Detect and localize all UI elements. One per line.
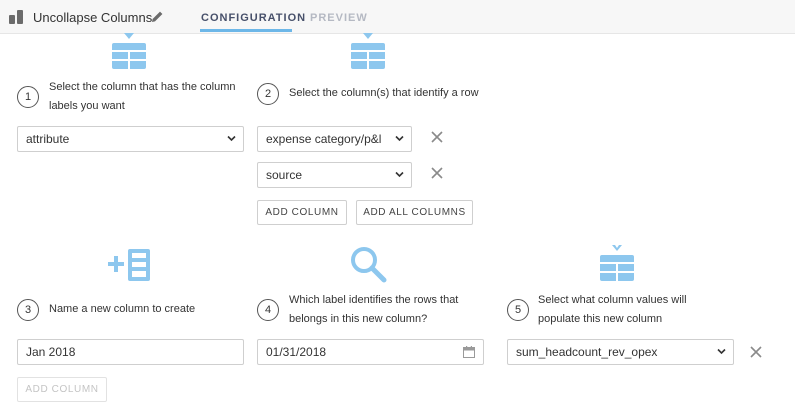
chevron-down-icon bbox=[395, 135, 404, 142]
row-identifier-select-1[interactable]: expense category/p&l bbox=[257, 126, 412, 152]
row-identifier-select-2-value: source bbox=[266, 168, 303, 182]
step-5-label: Select what column values will populate … bbox=[538, 291, 687, 329]
top-bar: Uncollapse Columns CONFIGURATION PREVIEW bbox=[0, 0, 795, 34]
remove-value-column-icon[interactable] bbox=[749, 345, 763, 359]
step-3-number: 3 bbox=[17, 299, 39, 321]
step-1-label-line2: labels you want bbox=[49, 100, 125, 112]
remove-row-2-icon[interactable] bbox=[430, 166, 444, 180]
chevron-down-icon bbox=[395, 171, 404, 178]
step-1-number: 1 bbox=[17, 86, 39, 108]
add-all-columns-button[interactable]: ADD ALL COLUMNS bbox=[356, 200, 473, 225]
table-arrow-down-icon bbox=[600, 245, 634, 281]
chevron-down-icon bbox=[717, 348, 726, 355]
tab-configuration[interactable]: CONFIGURATION bbox=[201, 12, 306, 24]
row-label-date-value: 01/31/2018 bbox=[266, 345, 327, 359]
page-title: Uncollapse Columns bbox=[33, 10, 153, 25]
step-3-label: Name a new column to create bbox=[49, 303, 196, 315]
step-5-label-line1: Select what column values will bbox=[538, 294, 687, 306]
table-arrow-down-icon bbox=[351, 33, 385, 69]
uncollapse-app-icon bbox=[9, 10, 23, 24]
step-2-label: Select the column(s) that identify a row bbox=[289, 87, 479, 99]
row-label-date-input[interactable]: 01/31/2018 bbox=[257, 339, 484, 365]
column-values-select[interactable]: sum_headcount_rev_opex bbox=[507, 339, 734, 365]
step-4-number: 4 bbox=[257, 299, 279, 321]
label-column-select-value: attribute bbox=[26, 132, 70, 146]
step-4-label-line1: Which label identifies the rows that bbox=[289, 294, 459, 306]
add-column-icon bbox=[108, 249, 150, 281]
add-new-column-button[interactable]: ADD COLUMN bbox=[17, 377, 107, 402]
search-icon bbox=[351, 247, 387, 283]
active-tab-indicator bbox=[200, 29, 292, 32]
step-5-number: 5 bbox=[507, 299, 529, 321]
label-column-select[interactable]: attribute bbox=[17, 126, 244, 152]
row-identifier-select-2[interactable]: source bbox=[257, 162, 412, 188]
remove-row-1-icon[interactable] bbox=[430, 130, 444, 144]
step-4-label: Which label identifies the rows that bel… bbox=[289, 291, 458, 329]
new-column-name-input[interactable]: Jan 2018 bbox=[17, 339, 244, 365]
chevron-down-icon bbox=[227, 135, 236, 142]
step-5-label-line2: populate this new column bbox=[538, 313, 663, 325]
step-2-number: 2 bbox=[257, 83, 279, 105]
tab-preview[interactable]: PREVIEW bbox=[310, 12, 368, 24]
step-1-label: Select the column that has the column la… bbox=[49, 78, 236, 116]
table-arrow-down-icon bbox=[112, 33, 146, 69]
add-column-button[interactable]: ADD COLUMN bbox=[257, 200, 347, 225]
column-values-select-value: sum_headcount_rev_opex bbox=[516, 345, 658, 359]
row-identifier-select-1-value: expense category/p&l bbox=[266, 132, 382, 146]
pencil-icon[interactable] bbox=[151, 10, 164, 23]
calendar-icon[interactable] bbox=[463, 346, 475, 358]
step-1-label-line1: Select the column that has the column bbox=[49, 81, 236, 93]
step-4-label-line2: belongs in this new column? bbox=[289, 313, 428, 325]
